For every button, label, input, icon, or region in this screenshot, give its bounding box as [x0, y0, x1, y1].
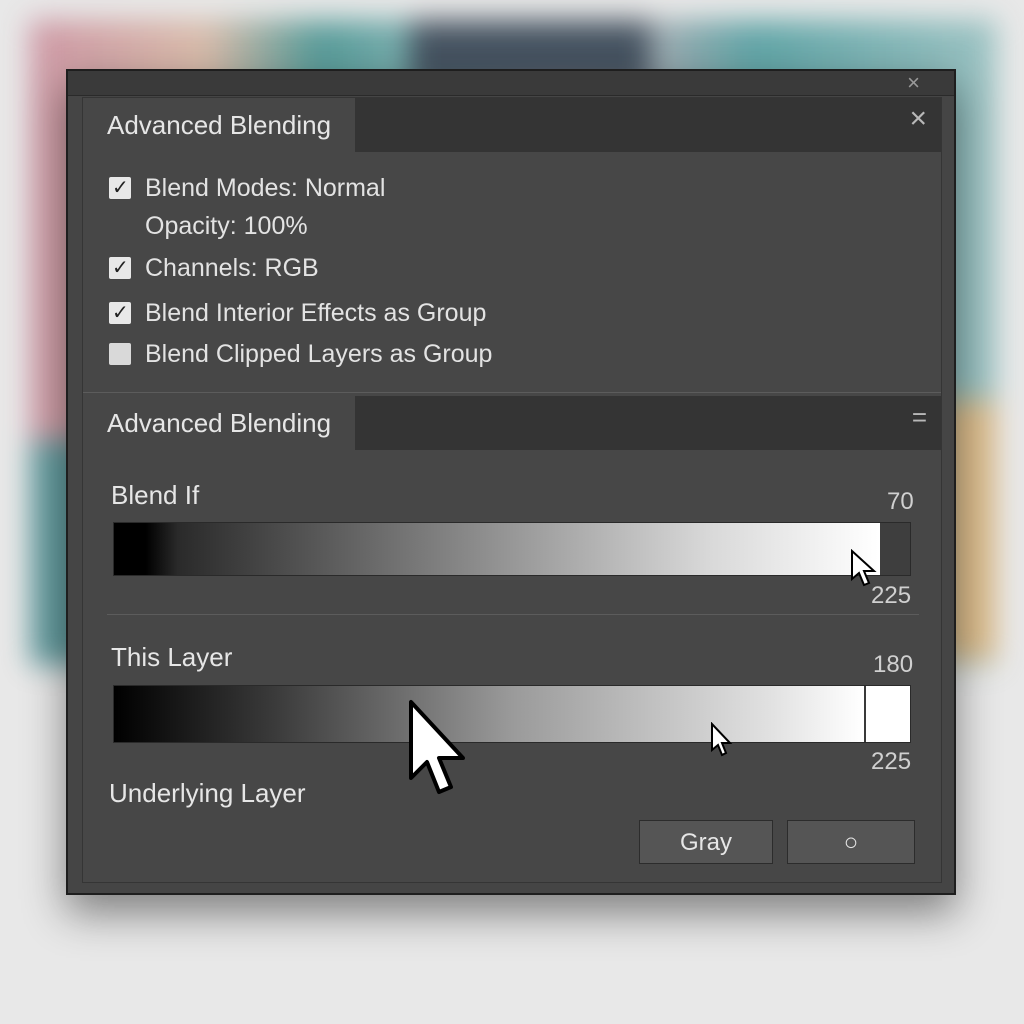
this-layer-slider[interactable]: [113, 685, 911, 757]
tab-advanced-blending[interactable]: Advanced Blending: [83, 98, 356, 152]
blend-interior-option[interactable]: ✓ Blend Interior Effects as Group: [109, 297, 486, 329]
blend-clipped-option[interactable]: Blend Clipped Layers as Group: [109, 338, 492, 370]
this-layer-bottom-value: 225: [871, 748, 912, 775]
checkmark-icon: ✓: [112, 257, 129, 279]
opacity-readout: Opacity: 100%: [145, 212, 308, 240]
blend-if-top-value: 70: [887, 488, 914, 515]
tab-advanced-blending-2[interactable]: Advanced Blending: [83, 396, 356, 450]
gray-button[interactable]: Gray: [639, 820, 773, 864]
blend-modes-checkbox[interactable]: ✓: [109, 177, 131, 199]
blending-panel: Advanced Blending × ✓ Blend Modes: Norma…: [82, 97, 942, 883]
blend-if-label: Blend If: [111, 480, 200, 510]
option-label: Channels: RGB: [145, 253, 319, 282]
blend-if-bottom-value: 225: [871, 582, 912, 609]
channels-checkbox[interactable]: ✓: [109, 257, 131, 279]
this-layer-label: This Layer: [111, 642, 233, 672]
option-label: Blend Modes: Normal: [145, 173, 386, 202]
tab-strip-top: Advanced Blending ×: [83, 98, 941, 152]
checkmark-icon: ✓: [112, 177, 129, 199]
menu-icon[interactable]: =: [912, 402, 927, 433]
dialog-titlebar: ×: [68, 71, 954, 96]
blend-interior-checkbox[interactable]: ✓: [109, 302, 131, 324]
option-label: Blend Interior Effects as Group: [145, 298, 487, 327]
tab-strip-bottom: Advanced Blending =: [83, 396, 941, 450]
arrow-cursor-icon: [711, 722, 733, 757]
circle-button[interactable]: ○: [787, 820, 915, 864]
advanced-blending-dialog: × Advanced Blending × ✓ Blend Modes: Nor…: [66, 69, 956, 895]
arrow-cursor-icon: [409, 700, 465, 794]
section-divider: [83, 392, 941, 393]
close-icon[interactable]: ×: [907, 71, 920, 95]
checkmark-icon: ✓: [112, 302, 129, 324]
this-layer-top-value: 180: [873, 651, 914, 678]
channels-option[interactable]: ✓ Channels: RGB: [109, 252, 319, 284]
slider-divider: [107, 614, 919, 615]
blend-if-slider[interactable]: [113, 522, 911, 587]
close-icon[interactable]: ×: [909, 102, 927, 136]
slider-handle[interactable]: [864, 686, 866, 742]
slider-track-end: [880, 523, 910, 575]
blend-modes-option[interactable]: ✓ Blend Modes: Normal: [109, 172, 385, 204]
blend-clipped-checkbox[interactable]: [109, 343, 131, 365]
underlying-layer-label: Underlying Layer: [109, 778, 306, 808]
option-label: Blend Clipped Layers as Group: [145, 339, 493, 368]
